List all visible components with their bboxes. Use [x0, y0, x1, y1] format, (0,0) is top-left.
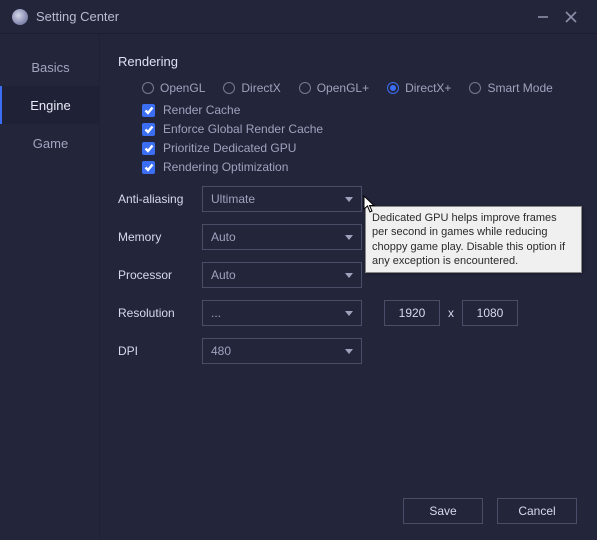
antialiasing-label: Anti-aliasing [118, 192, 202, 206]
button-label: Save [429, 504, 456, 518]
sidebar-item-label: Engine [30, 98, 70, 113]
radio-dot-icon [299, 82, 311, 94]
checkbox-icon [142, 142, 155, 155]
radio-directx-plus[interactable]: DirectX+ [387, 81, 451, 95]
checkbox-enforce-global-render-cache[interactable]: Enforce Global Render Cache [142, 122, 597, 136]
resolution-width-value: 1920 [399, 306, 426, 320]
render-flags-group: Render Cache Enforce Global Render Cache… [118, 103, 597, 174]
gpu-tooltip: Dedicated GPU helps improve frames per s… [365, 206, 582, 273]
dpi-label: DPI [118, 344, 202, 358]
radio-label: DirectX+ [405, 81, 451, 95]
radio-opengl-plus[interactable]: OpenGL+ [299, 81, 369, 95]
checkbox-label: Rendering Optimization [163, 160, 288, 174]
checkbox-rendering-optimization[interactable]: Rendering Optimization [142, 160, 597, 174]
radio-directx[interactable]: DirectX [223, 81, 280, 95]
button-label: Cancel [518, 504, 555, 518]
window-title: Setting Center [36, 9, 119, 24]
checkbox-icon [142, 123, 155, 136]
chevron-down-icon [345, 349, 353, 354]
sidebar-item-engine[interactable]: Engine [0, 86, 99, 124]
resolution-separator: X [448, 306, 454, 320]
checkbox-label: Render Cache [163, 103, 240, 117]
content-panel: Rendering OpenGL DirectX OpenGL+ DirectX… [100, 34, 597, 540]
resolution-label: Resolution [118, 306, 202, 320]
radio-smart-mode[interactable]: Smart Mode [469, 81, 552, 95]
antialiasing-select[interactable]: Ultimate [202, 186, 362, 212]
checkbox-icon [142, 161, 155, 174]
radio-dot-icon [387, 82, 399, 94]
radio-label: Smart Mode [487, 81, 552, 95]
radio-label: OpenGL+ [317, 81, 369, 95]
select-value: 480 [211, 344, 231, 358]
chevron-down-icon [345, 273, 353, 278]
select-value: Auto [211, 268, 236, 282]
radio-label: DirectX [241, 81, 280, 95]
checkbox-render-cache[interactable]: Render Cache [142, 103, 597, 117]
render-mode-group: OpenGL DirectX OpenGL+ DirectX+ Smart Mo… [118, 81, 597, 95]
sidebar-item-label: Game [33, 136, 68, 151]
sidebar-item-label: Basics [31, 60, 69, 75]
titlebar: Setting Center [0, 0, 597, 34]
chevron-down-icon [345, 311, 353, 316]
resolution-height-input[interactable]: 1080 [462, 300, 518, 326]
resolution-height-value: 1080 [477, 306, 504, 320]
checkbox-prioritize-dedicated-gpu[interactable]: Prioritize Dedicated GPU [142, 141, 597, 155]
select-value: Auto [211, 230, 236, 244]
save-button[interactable]: Save [403, 498, 483, 524]
processor-select[interactable]: Auto [202, 262, 362, 288]
memory-label: Memory [118, 230, 202, 244]
processor-label: Processor [118, 268, 202, 282]
sidebar-item-basics[interactable]: Basics [0, 48, 99, 86]
minimize-button[interactable] [529, 3, 557, 31]
sidebar: Basics Engine Game [0, 34, 100, 540]
memory-select[interactable]: Auto [202, 224, 362, 250]
chevron-down-icon [345, 235, 353, 240]
radio-dot-icon [469, 82, 481, 94]
checkbox-label: Enforce Global Render Cache [163, 122, 323, 136]
app-logo-icon [12, 9, 28, 25]
checkbox-label: Prioritize Dedicated GPU [163, 141, 296, 155]
cancel-button[interactable]: Cancel [497, 498, 577, 524]
radio-label: OpenGL [160, 81, 205, 95]
resolution-width-input[interactable]: 1920 [384, 300, 440, 326]
section-title: Rendering [118, 54, 597, 69]
chevron-down-icon [345, 197, 353, 202]
radio-dot-icon [142, 82, 154, 94]
select-value: ... [211, 306, 221, 320]
footer-actions: Save Cancel [403, 498, 577, 524]
select-value: Ultimate [211, 192, 255, 206]
resolution-select[interactable]: ... [202, 300, 362, 326]
dpi-select[interactable]: 480 [202, 338, 362, 364]
radio-opengl[interactable]: OpenGL [142, 81, 205, 95]
close-button[interactable] [557, 3, 585, 31]
radio-dot-icon [223, 82, 235, 94]
sidebar-item-game[interactable]: Game [0, 124, 99, 162]
checkbox-icon [142, 104, 155, 117]
